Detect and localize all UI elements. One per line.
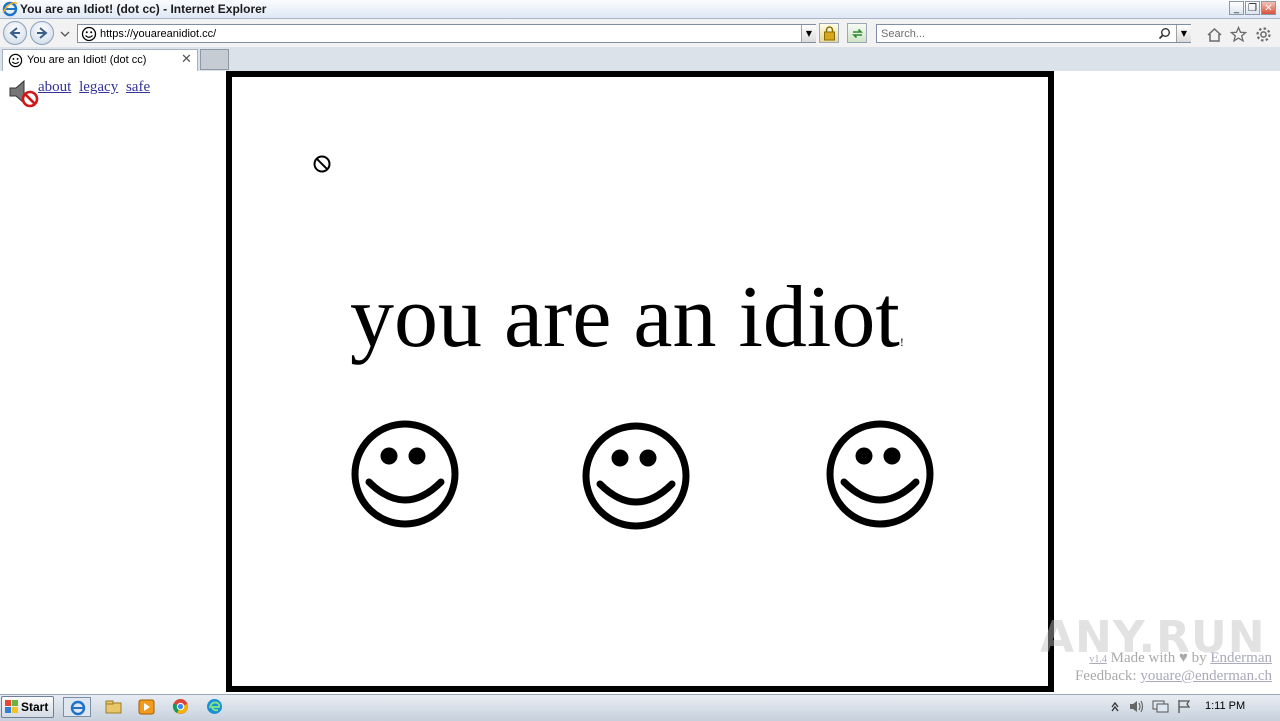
- internet-explorer-icon: [70, 700, 86, 716]
- address-dropdown-button[interactable]: ▼: [801, 25, 816, 42]
- search-icon[interactable]: [1158, 27, 1171, 40]
- by-text: by: [1191, 650, 1207, 666]
- search-dropdown-button[interactable]: ▼: [1176, 25, 1191, 42]
- minimize-button[interactable]: _: [1229, 1, 1244, 15]
- smiley-face-icon: [582, 422, 690, 530]
- author-link[interactable]: Enderman: [1210, 650, 1272, 666]
- feedback-label: Feedback:: [1074, 668, 1137, 684]
- title-bar: You are an Idiot! (dot cc) - Internet Ex…: [0, 0, 1280, 19]
- file-explorer-icon[interactable]: [105, 699, 122, 715]
- smiley-face-icon: [826, 420, 934, 528]
- padlock-icon: [824, 26, 835, 41]
- headline: you are an idiot!: [350, 268, 904, 392]
- tab-you-are-an-idiot[interactable]: You are an Idiot! (dot cc) ✕: [2, 49, 198, 71]
- muted-speaker-icon[interactable]: [7, 78, 39, 108]
- taskbar-clock[interactable]: 1:11 PM: [1205, 700, 1245, 712]
- legacy-link[interactable]: legacy: [79, 79, 118, 95]
- safe-link[interactable]: safe: [126, 79, 150, 95]
- security-lock-button[interactable]: [819, 23, 839, 43]
- version-link[interactable]: v1.4: [1089, 654, 1107, 665]
- search-placeholder: Search...: [881, 28, 926, 40]
- close-window-button[interactable]: ✕: [1261, 1, 1276, 15]
- tab-close-icon[interactable]: ✕: [181, 52, 192, 67]
- feedback-email-link[interactable]: youare@enderman.ch: [1140, 668, 1272, 684]
- action-center-flag-icon[interactable]: [1177, 699, 1192, 714]
- not-allowed-cursor-icon: [313, 155, 331, 173]
- refresh-button[interactable]: [847, 23, 867, 43]
- made-with-text: Made with: [1110, 650, 1176, 666]
- internet-explorer-icon: [2, 1, 18, 17]
- media-player-icon[interactable]: [138, 699, 155, 715]
- back-arrow-icon: [9, 27, 20, 39]
- search-box[interactable]: Search... ▼: [876, 24, 1191, 43]
- tab-favicon-smiley-icon: [8, 53, 23, 68]
- favorites-star-icon[interactable]: [1230, 26, 1247, 43]
- start-label: Start: [21, 700, 49, 714]
- network-icon[interactable]: [1152, 699, 1169, 714]
- restore-button[interactable]: ❐: [1245, 1, 1260, 15]
- smiley-face-icon: [351, 420, 459, 528]
- history-dropdown-icon[interactable]: [60, 30, 70, 38]
- edge-icon[interactable]: [206, 698, 223, 715]
- heart-icon: ♥: [1178, 650, 1188, 666]
- tab-label: You are an Idiot! (dot cc): [27, 54, 147, 66]
- back-button[interactable]: [3, 21, 27, 45]
- address-bar[interactable]: https://youareanidiot.cc/ ▼: [77, 24, 816, 43]
- top-links: about legacy safe: [38, 79, 154, 96]
- forward-button[interactable]: [30, 21, 54, 45]
- taskbar: [0, 694, 1280, 721]
- footer-feedback: Feedback: youare@enderman.ch: [1075, 668, 1272, 685]
- new-tab-button[interactable]: [200, 49, 229, 70]
- refresh-arrows-icon: [852, 28, 863, 39]
- taskbar-ie-button[interactable]: [63, 697, 91, 717]
- footer-credits: v1.4 Made with ♥ by Enderman: [1089, 650, 1272, 667]
- headline-text: you are an idiot: [350, 269, 900, 366]
- site-favicon-smiley-icon: [81, 26, 97, 42]
- forward-arrow-icon: [37, 27, 48, 39]
- chrome-icon[interactable]: [172, 698, 189, 715]
- headline-suffix: !: [899, 335, 904, 349]
- home-icon[interactable]: [1206, 27, 1223, 43]
- window-title: You are an Idiot! (dot cc) - Internet Ex…: [20, 2, 267, 16]
- address-url[interactable]: https://youareanidiot.cc/: [100, 26, 216, 42]
- about-link[interactable]: about: [38, 79, 71, 95]
- windows-logo-icon: [5, 700, 18, 713]
- start-button[interactable]: Start: [1, 696, 54, 718]
- tray-expand-icon[interactable]: [1110, 700, 1120, 712]
- volume-icon[interactable]: [1128, 699, 1145, 714]
- settings-gear-icon[interactable]: [1255, 26, 1272, 43]
